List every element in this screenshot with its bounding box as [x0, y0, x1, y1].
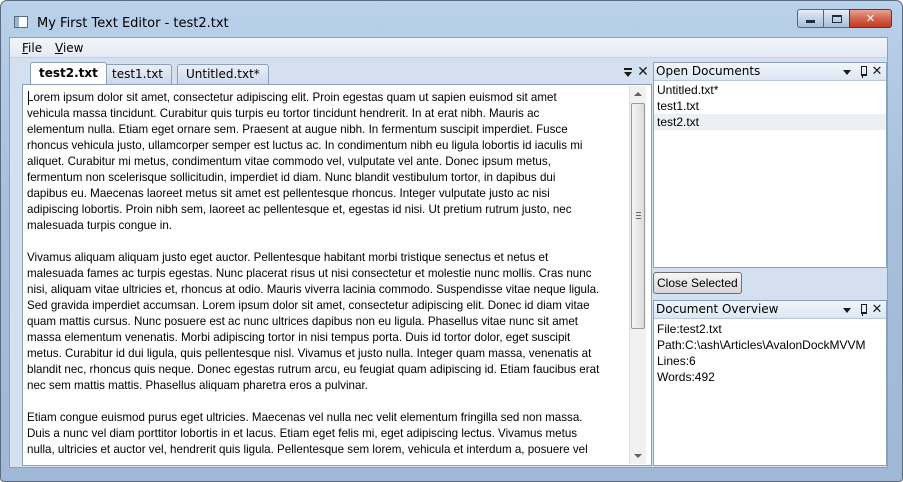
close-selected-row: Close Selected — [653, 269, 887, 297]
list-item[interactable]: test1.txt — [654, 98, 886, 114]
open-documents-header[interactable]: Open Documents ✕ — [654, 63, 886, 81]
arrow-down-icon — [634, 454, 642, 458]
overview-words: Words:492 — [657, 370, 715, 384]
pin-icon[interactable] — [859, 304, 867, 316]
tab-test2[interactable]: test2.txt — [30, 62, 107, 84]
document-overview-header-icons: ✕ — [843, 302, 883, 318]
tab-list-dropdown-icon[interactable] — [623, 67, 633, 79]
app-icon — [14, 16, 28, 28]
minimize-button[interactable] — [797, 9, 823, 28]
close-window-button[interactable]: ✕ — [849, 9, 892, 28]
window-title: My First Text Editor - test2.txt — [37, 16, 229, 31]
open-documents-title: Open Documents — [656, 64, 761, 78]
open-documents-header-icons: ✕ — [843, 64, 883, 80]
close-icon[interactable]: ✕ — [871, 303, 883, 317]
dropdown-icon[interactable] — [843, 69, 851, 75]
maximize-icon — [831, 14, 842, 23]
document-overview-panel: Document Overview ✕ File:test2.txt Path:… — [653, 300, 887, 466]
close-icon: ✕ — [865, 12, 876, 25]
overview-lines: Lines:6 — [657, 354, 696, 368]
overview-path: Path:C:\ash\Articles\AvalonDockMVVM — [657, 338, 866, 352]
minimize-icon — [806, 20, 815, 23]
menu-file[interactable]: File — [22, 41, 42, 55]
close-icon[interactable]: ✕ — [871, 65, 883, 79]
dropdown-icon[interactable] — [843, 307, 851, 313]
pin-icon[interactable] — [859, 66, 867, 78]
app-window: My First Text Editor - test2.txt ✕ File … — [0, 0, 903, 482]
tab-untitled[interactable]: Untitled.txt* — [177, 64, 269, 84]
list-item[interactable]: test2.txt — [654, 114, 886, 130]
maximize-button[interactable] — [823, 9, 849, 28]
open-documents-list: Untitled.txt* test1.txt test2.txt — [654, 82, 886, 267]
list-item[interactable]: Untitled.txt* — [654, 82, 886, 98]
tab-test1[interactable]: test1.txt — [103, 64, 173, 84]
arrow-up-icon — [634, 92, 642, 96]
grip-icon — [636, 212, 641, 219]
title-bar[interactable]: My First Text Editor - test2.txt ✕ — [1, 1, 902, 37]
overview-file: File:test2.txt — [657, 322, 722, 336]
menu-bar: File View — [10, 38, 887, 58]
document-pane: test2.txt test1.txt Untitled.txt* ✕ Lore… — [22, 62, 652, 466]
editor-content[interactable]: Lorem ipsum dolor sit amet, consectetur … — [27, 90, 621, 462]
vertical-scrollbar[interactable] — [629, 86, 646, 464]
text-editor[interactable]: Lorem ipsum dolor sit amet, consectetur … — [22, 84, 652, 466]
text-caret — [28, 91, 29, 105]
scroll-thumb[interactable] — [631, 103, 645, 329]
menu-view[interactable]: View — [55, 41, 83, 55]
open-documents-panel: Open Documents ✕ Untitled.txt* test1.txt… — [653, 62, 887, 268]
client-area: File View test2.txt test1.txt Untitled.t… — [9, 37, 888, 468]
document-overview-title: Document Overview — [656, 302, 779, 316]
caption-buttons: ✕ — [797, 9, 892, 29]
scroll-down-button[interactable] — [630, 448, 646, 464]
document-overview-header[interactable]: Document Overview ✕ — [654, 301, 886, 319]
close-tab-icon[interactable]: ✕ — [636, 64, 650, 80]
tab-strip: test2.txt test1.txt Untitled.txt* ✕ — [22, 62, 652, 84]
scroll-up-button[interactable] — [630, 86, 646, 102]
close-selected-button[interactable]: Close Selected — [653, 272, 742, 294]
